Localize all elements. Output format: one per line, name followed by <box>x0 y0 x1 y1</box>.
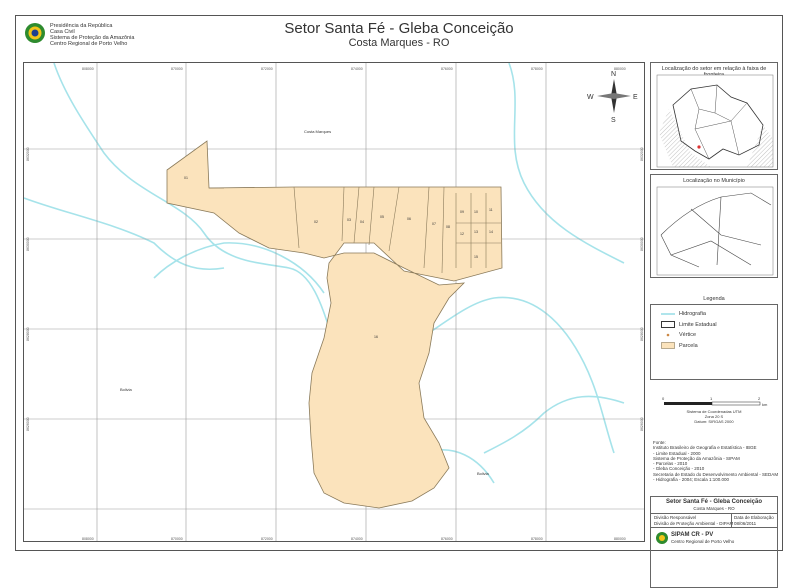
parcel-label: 16 <box>374 335 378 339</box>
y-tick-label: 8628000 <box>26 327 30 341</box>
main-map-canvas: 01 02 03 04 05 06 07 08 09 10 11 12 13 1… <box>24 63 644 541</box>
inset-frontier: Localização do setor em relação à faixa … <box>650 62 778 170</box>
place-label-bolivia: Bolivia <box>120 387 133 392</box>
parcel-label: 09 <box>460 210 464 214</box>
state-outline-map <box>656 74 774 168</box>
date-heading: Data de Elaboração <box>734 515 774 520</box>
river-line-icon <box>661 313 675 315</box>
x-axis-ticks-top: 808000 870000 872000 874000 876000 87800… <box>82 67 626 71</box>
parcel-label: 01 <box>184 176 188 180</box>
map-sheet: Presidência da República Casa Civil Sist… <box>15 15 783 588</box>
scale-label: 2 <box>758 396 761 401</box>
scale-unit: km <box>762 402 768 407</box>
y-tick-label: 8632000 <box>640 147 644 161</box>
east-label: E <box>633 94 638 101</box>
x-tick-label: 872000 <box>261 537 273 541</box>
main-map[interactable]: 01 02 03 04 05 06 07 08 09 10 11 12 13 1… <box>23 62 645 542</box>
source-line: - Hidrografia - 2004; Escala 1:100.000 <box>653 477 730 483</box>
x-tick-label: 872000 <box>261 67 273 71</box>
title-block-title: Setor Santa Fé - Gleba Conceição <box>665 499 763 505</box>
parcel-label: 13 <box>474 230 478 234</box>
x-tick-label: 874000 <box>351 67 363 71</box>
x-tick-label: 878000 <box>531 67 543 71</box>
parcel-label: 11 <box>489 208 493 212</box>
x-axis-ticks-bottom: 808000 870000 872000 874000 876000 87800… <box>82 537 626 541</box>
x-tick-label: 878000 <box>531 537 543 541</box>
parcel-label: 02 <box>314 220 318 224</box>
parcel-label: 14 <box>489 230 493 234</box>
parcel-label: 15 <box>474 255 478 259</box>
parcel-label: 03 <box>347 218 351 222</box>
west-label: W <box>587 94 594 101</box>
parcel-polygons <box>166 140 503 509</box>
projection-line: Datum: SIRGAS 2000 <box>694 419 734 424</box>
y-tick-label: 8630000 <box>26 237 30 251</box>
x-tick-label: 808000 <box>82 537 94 541</box>
legend-item: Limite Estadual <box>661 321 717 328</box>
river-north-east <box>508 63 625 264</box>
north-arrow-icon: N S E W <box>587 71 638 124</box>
sipam-logo <box>656 532 668 544</box>
y-tick-label: 8628000 <box>640 327 644 341</box>
map-header: Presidência da República Casa Civil Sist… <box>16 16 782 60</box>
x-tick-label: 808000 <box>82 67 94 71</box>
title-block-subtitle: Costa Marques - RO <box>693 506 735 511</box>
x-tick-label: 880000 <box>614 537 626 541</box>
municipio-map <box>656 186 774 276</box>
state-box-icon <box>661 321 675 328</box>
date-value: 08/06/2011 <box>734 521 757 526</box>
vertex-dot-icon <box>666 333 670 337</box>
y-axis-ticks-left: 8632000 8630000 8628000 8626000 <box>26 147 30 431</box>
responsible-value: Divisão de Proteção Ambiental - DIPAM <box>654 521 734 526</box>
scale-bar: 0 1 2 km Sistema de Coordenadas UTM Zona… <box>662 396 768 424</box>
parcel-label: 06 <box>407 217 411 221</box>
y-tick-label: 8632000 <box>26 147 30 161</box>
legend-label: Parcela <box>679 342 698 349</box>
place-label-costa-marques: Costa Marques <box>304 129 331 134</box>
x-tick-label: 874000 <box>351 537 363 541</box>
parcel-label: 05 <box>380 215 384 219</box>
org-subtitle: Centro Regional de Porto Velho <box>671 539 735 544</box>
y-tick-label: 8626000 <box>26 417 30 431</box>
x-tick-label: 870000 <box>171 67 183 71</box>
org-name: SIPAM CR - PV <box>671 532 714 538</box>
legend-item: Hidrografia <box>661 311 706 317</box>
legend-title: Legenda <box>703 296 725 302</box>
x-tick-label: 870000 <box>171 537 183 541</box>
inset-municipio: Localização no Município <box>650 174 778 278</box>
legend-item: Vértice <box>661 332 696 338</box>
map-subtitle: Costa Marques - RO <box>348 37 450 49</box>
legend-label: Limite Estadual <box>679 321 717 328</box>
parcel-fill-icon <box>661 342 675 349</box>
south-label: S <box>611 117 616 124</box>
parcel-outline <box>166 140 503 509</box>
river-south-east <box>483 395 625 454</box>
responsible-heading: Divisão Responsável <box>654 515 697 520</box>
y-tick-label: 8626000 <box>640 417 644 431</box>
legend-item: Parcela <box>661 342 698 349</box>
sources-block: Fonte: Instituto Brasileiro de Geografia… <box>653 440 778 483</box>
title-block: Setor Santa Fé - Gleba Conceição Costa M… <box>650 496 778 588</box>
legend-label: Hidrografia <box>679 311 706 317</box>
y-axis-ticks-right: 8632000 8630000 8628000 8626000 <box>640 147 644 431</box>
x-tick-label: 876000 <box>441 537 453 541</box>
legend-label: Vértice <box>679 332 697 338</box>
parcel-label: 04 <box>360 220 364 224</box>
parcel-label: 07 <box>432 222 436 226</box>
legend-panel: Hidrografia Limite Estadual Vértice Parc… <box>650 304 778 380</box>
parcel-label: 08 <box>446 225 450 229</box>
parcel-label: 10 <box>474 210 478 214</box>
map-title: Setor Santa Fé - Gleba Conceição <box>284 20 514 37</box>
north-label: N <box>611 71 616 78</box>
y-tick-label: 8630000 <box>640 237 644 251</box>
parcel-label: 12 <box>460 232 464 236</box>
place-label-bolivia: Bolivia <box>477 471 490 476</box>
x-tick-label: 876000 <box>441 67 453 71</box>
scale-label: 1 <box>710 396 713 401</box>
scale-label: 0 <box>662 396 665 401</box>
